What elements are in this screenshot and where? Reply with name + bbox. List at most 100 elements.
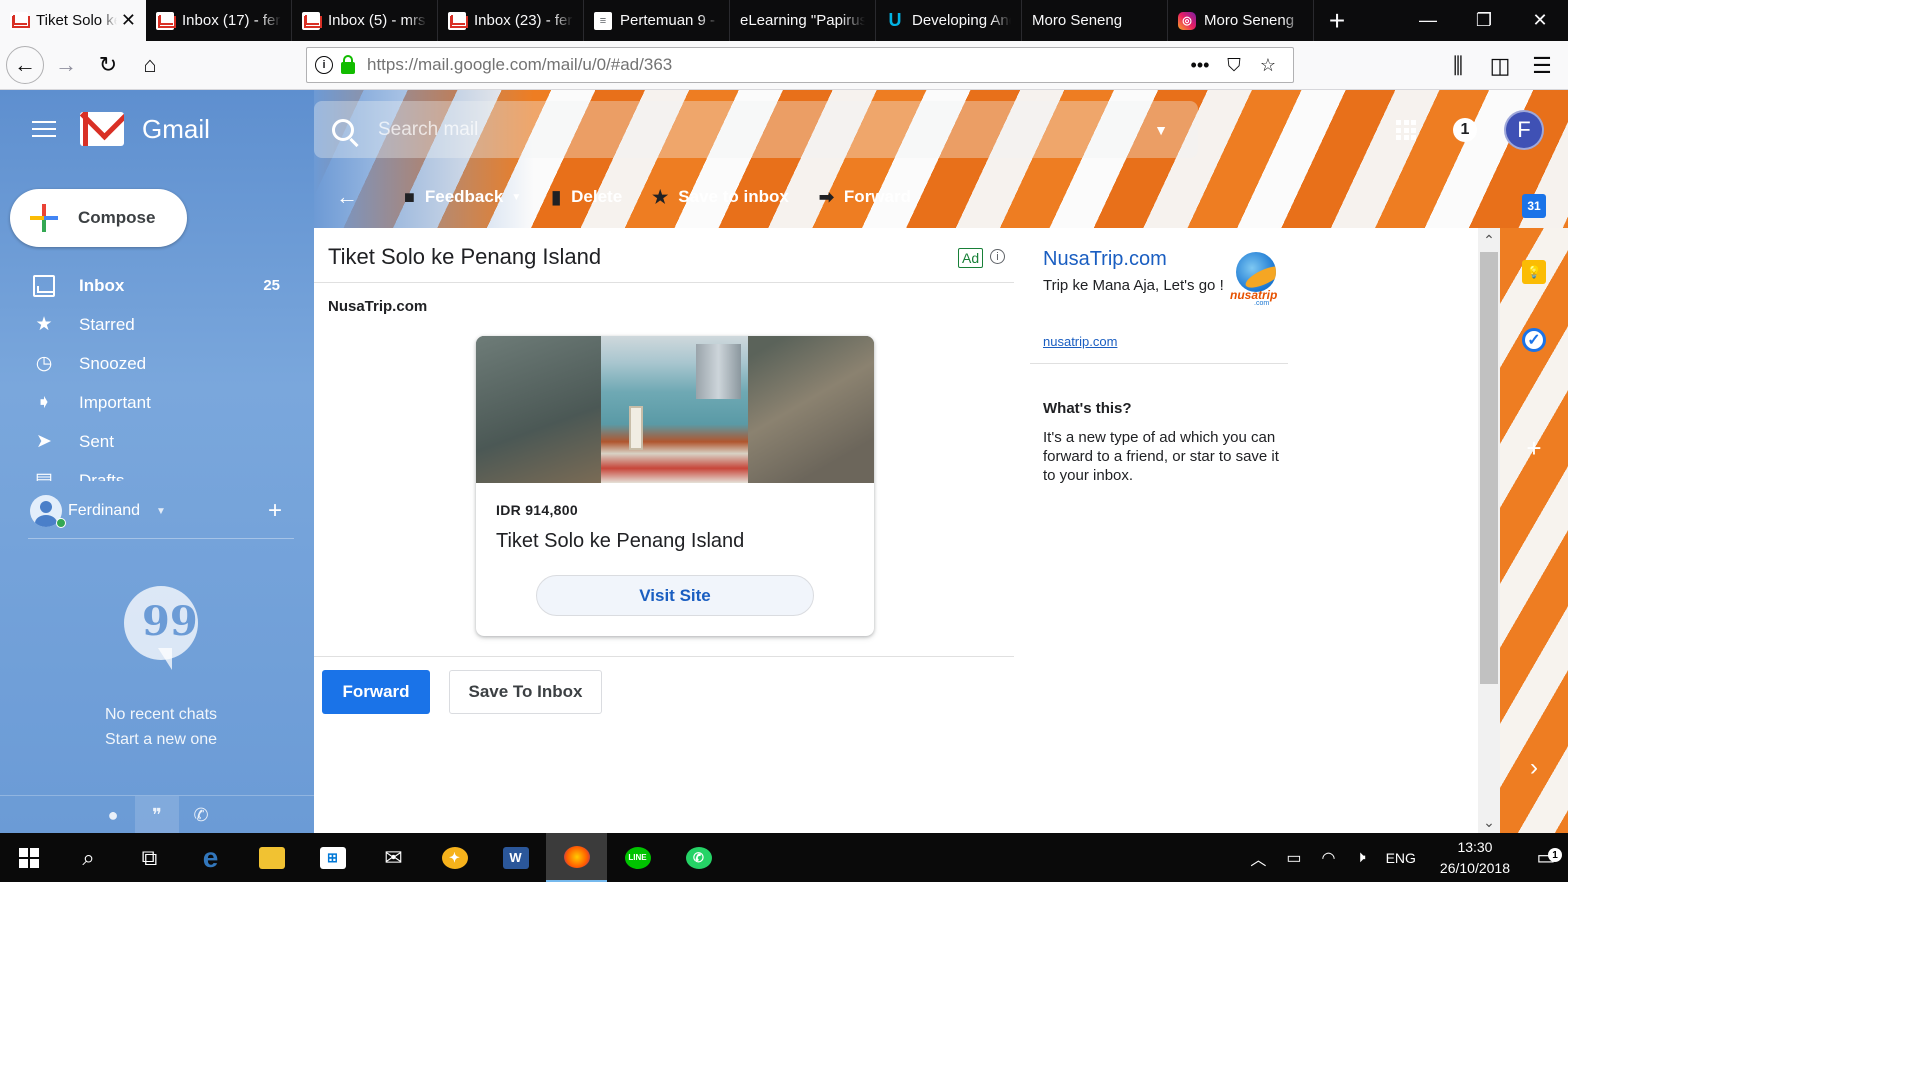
firefox-icon[interactable]	[546, 833, 607, 882]
divider	[314, 656, 1014, 657]
show-hidden-icons-icon[interactable]: ︿	[1250, 846, 1266, 870]
tab[interactable]: eLearning "Papirus	[730, 0, 876, 41]
search-icon[interactable]: ⌕	[58, 833, 119, 882]
task-view-icon[interactable]: ⧉	[119, 833, 180, 882]
compose-button[interactable]: Compose	[10, 189, 187, 247]
home-icon[interactable]: ⌂	[130, 45, 170, 85]
start-button[interactable]	[0, 833, 58, 882]
back-icon[interactable]: ←	[6, 46, 44, 84]
main-menu-icon[interactable]	[32, 121, 56, 137]
sidebar-item-important[interactable]: ➧ Important	[0, 383, 314, 422]
divider	[28, 538, 294, 539]
forward-button[interactable]: Forward	[322, 670, 430, 714]
expand-panel-icon[interactable]: ›	[1522, 754, 1546, 781]
search-bar[interactable]: ▼	[314, 101, 1198, 158]
url-bar[interactable]: i https://mail.google.com/mail/u/0/#ad/3…	[306, 47, 1294, 83]
forward-icon[interactable]: →	[46, 45, 86, 85]
tab-active[interactable]: Tiket Solo ke Penang Island ✕	[0, 0, 146, 41]
edge-icon[interactable]: e	[180, 833, 241, 882]
whatsapp-icon[interactable]: ✆	[668, 833, 729, 882]
notification-badge[interactable]: 1	[1453, 118, 1477, 142]
contacts-icon[interactable]: ●	[91, 796, 135, 833]
calendar-icon[interactable]: 31	[1522, 194, 1546, 218]
tab[interactable]: U Developing Android	[876, 0, 1022, 41]
start-new-chat-link[interactable]: Start a new one	[0, 727, 322, 752]
clock[interactable]: 13:30 26/10/2018	[1440, 837, 1510, 879]
ad-image-photo	[601, 336, 748, 483]
apps-grid-icon[interactable]	[1396, 120, 1416, 140]
sidebar-item-sent[interactable]: ➤ Sent	[0, 422, 314, 461]
add-addon-icon[interactable]: +	[1522, 433, 1546, 463]
search-options-icon[interactable]: ▼	[1154, 122, 1168, 138]
advertiser-url[interactable]: nusatrip.com	[1043, 334, 1117, 349]
feedback-button[interactable]: ■ Feedback ▼	[404, 187, 521, 208]
search-icon[interactable]	[332, 118, 354, 141]
tab[interactable]: Inbox (5) - mrs	[292, 0, 438, 41]
back-arrow-icon[interactable]: ←	[336, 184, 358, 210]
account-avatar[interactable]: F	[1504, 110, 1544, 150]
store-icon[interactable]: ⊞	[302, 833, 363, 882]
action-center-icon[interactable]: ▭ 1	[1524, 845, 1568, 870]
scroll-down-icon[interactable]: ⌄	[1478, 812, 1500, 832]
file-explorer-icon[interactable]	[241, 833, 302, 882]
line-icon[interactable]: LINE	[607, 833, 668, 882]
minimize-icon[interactable]: —	[1400, 0, 1456, 41]
new-chat-plus-icon[interactable]: +	[268, 497, 282, 525]
close-tab-icon[interactable]: ✕	[121, 10, 136, 31]
window-controls: — ❐ ✕	[1400, 0, 1568, 41]
chevron-down-icon[interactable]: ▼	[156, 506, 166, 517]
tab[interactable]: ◎ Moro Seneng	[1168, 0, 1314, 41]
info-icon[interactable]: i	[990, 249, 1005, 264]
sidebar-item-inbox[interactable]: Inbox 25	[0, 266, 314, 305]
lock-icon[interactable]	[341, 54, 355, 74]
word-icon[interactable]: W	[485, 833, 546, 882]
gmail-logo-icon[interactable]	[80, 112, 124, 146]
volume-muted-icon[interactable]: 🕨	[1355, 849, 1365, 867]
phone-icon[interactable]: ✆	[179, 796, 223, 833]
keep-icon[interactable]: 💡	[1522, 260, 1546, 284]
sidebar-item-label: Sent	[79, 431, 114, 451]
restore-icon[interactable]: ❐	[1456, 0, 1512, 41]
page-actions-icon[interactable]: •••	[1183, 55, 1217, 76]
language-indicator[interactable]: ENG	[1386, 850, 1416, 866]
reload-icon[interactable]: ↻	[88, 45, 128, 85]
sidebar-item-snoozed[interactable]: ◷ Snoozed	[0, 344, 314, 383]
save-to-inbox-button[interactable]: ★ Save to inbox	[652, 187, 789, 208]
menu-icon[interactable]: ☰	[1522, 46, 1562, 86]
tab[interactable]: Inbox (17) - ferdinand	[146, 0, 292, 41]
tab[interactable]: Inbox (23) - ferdinand	[438, 0, 584, 41]
sidebar-icon[interactable]: ◫	[1480, 46, 1520, 86]
sidebar-item-starred[interactable]: ★ Starred	[0, 305, 314, 344]
battery-icon[interactable]: ▭	[1286, 848, 1301, 868]
library-icon[interactable]: ⫼	[1438, 46, 1478, 86]
close-window-icon[interactable]: ✕	[1512, 0, 1568, 41]
pocket-icon[interactable]: ⛉	[1217, 55, 1251, 76]
browser-tab-bar: Tiket Solo ke Penang Island ✕ Inbox (17)…	[0, 0, 1568, 41]
action-center-count: 1	[1548, 848, 1562, 862]
feedback-icon: ■	[404, 186, 415, 207]
advertiser-name[interactable]: NusaTrip.com	[1043, 248, 1167, 271]
forward-toolbar-button[interactable]: ➡ Forward	[819, 187, 911, 208]
app-icon[interactable]: ✦	[424, 833, 485, 882]
wifi-icon[interactable]: ◠	[1322, 848, 1336, 868]
scrollbar-thumb[interactable]	[1480, 252, 1498, 684]
bookmark-star-icon[interactable]: ☆	[1251, 55, 1285, 76]
save-to-inbox-bottom-button[interactable]: Save To Inbox	[449, 670, 602, 714]
new-tab-button[interactable]: +	[1314, 0, 1360, 41]
hangouts-user[interactable]: Ferdinand ▼ +	[0, 490, 314, 532]
scroll-up-icon[interactable]: ⌃	[1478, 230, 1500, 250]
sidebar-item-drafts[interactable]: ▤ Drafts	[0, 461, 314, 481]
hangouts-icon[interactable]: ❞	[135, 796, 179, 833]
mail-app-icon[interactable]: ✉	[363, 833, 424, 882]
url-text[interactable]: https://mail.google.com/mail/u/0/#ad/363	[367, 55, 1183, 75]
ad-image[interactable]	[476, 336, 874, 483]
gmail-icon	[302, 11, 322, 30]
tasks-icon[interactable]: ✓	[1522, 328, 1546, 352]
tab[interactable]: ≡ Pertemuan 9 -	[584, 0, 730, 41]
info-icon[interactable]: i	[315, 56, 333, 74]
tab[interactable]: Moro Seneng	[1022, 0, 1168, 41]
visit-site-button[interactable]: Visit Site	[536, 575, 814, 616]
search-input[interactable]	[378, 118, 1138, 141]
delete-button[interactable]: ▮ Delete	[551, 187, 622, 208]
gmail-brand[interactable]: Gmail	[142, 114, 210, 145]
